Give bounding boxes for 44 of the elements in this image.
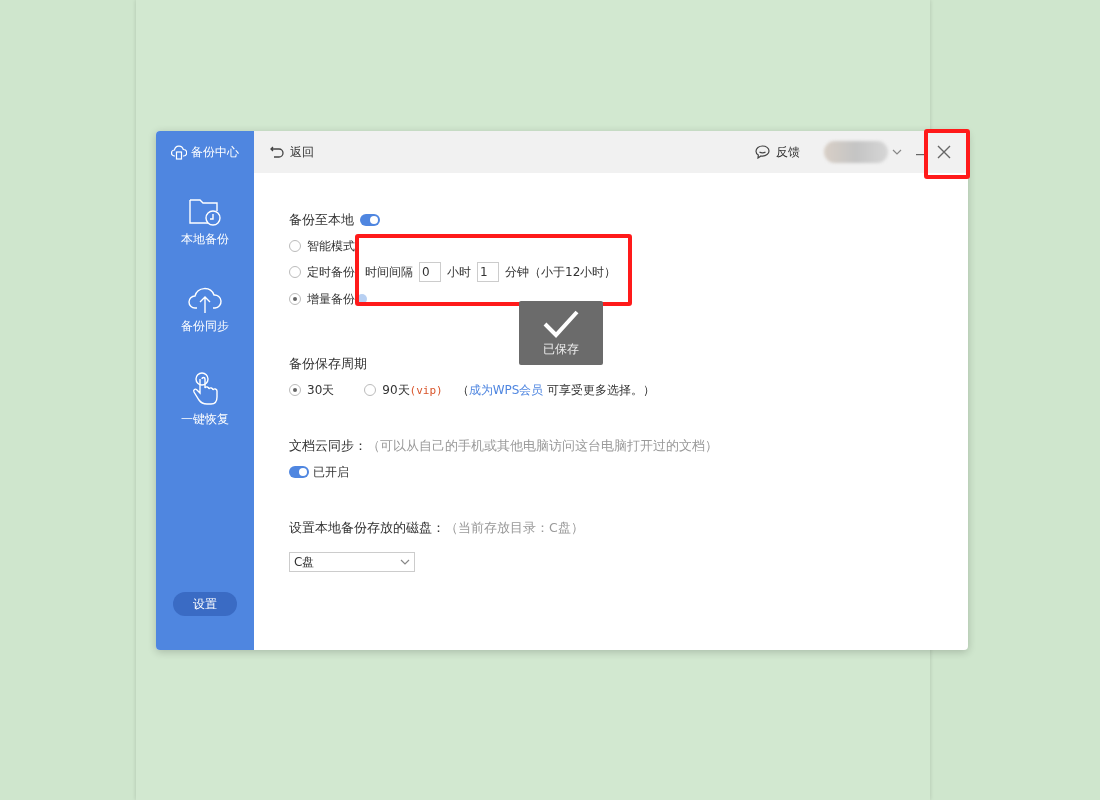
sidebar-item[interactable]: 本地备份: [181, 231, 229, 248]
sidebar-item[interactable]: 一键恢复: [181, 411, 229, 428]
chevron-down-icon: [400, 559, 410, 565]
settings-button[interactable]: 设置: [173, 592, 237, 616]
toggle-label: 已开启: [313, 463, 349, 481]
sidebar-item[interactable]: 备份同步: [181, 318, 229, 335]
toggle-switch[interactable]: [289, 466, 309, 478]
radio-label: 增量备份: [307, 290, 355, 308]
sidebar-title: 备份中心: [171, 131, 239, 173]
back-button[interactable]: 返回: [270, 143, 314, 161]
feedback-button[interactable]: 反馈: [755, 143, 800, 161]
section-title: 备份至本地: [289, 211, 354, 229]
close-icon[interactable]: [937, 145, 951, 159]
minutes-field[interactable]: 1: [477, 262, 499, 282]
section-title: 文档云同步：（可以从自己的手机或其他电脑访问这台电脑打开过的文档）: [289, 437, 718, 455]
toggle-switch[interactable]: [360, 214, 380, 226]
radio-button[interactable]: [364, 384, 377, 396]
note-text: （成为WPS会员 可享受更多选择。）: [456, 381, 656, 399]
folder-clock-icon: [188, 197, 222, 227]
checkmark-icon: [542, 308, 580, 339]
radio-button[interactable]: [289, 240, 301, 252]
radio-label: 智能模式: [307, 237, 355, 255]
undo-arrow-icon: [270, 146, 284, 158]
radio-button[interactable]: [289, 384, 301, 396]
radio-label: 定时备份: [307, 263, 355, 281]
member-link[interactable]: 成为WPS会员: [468, 382, 544, 397]
radio-button[interactable]: [289, 293, 301, 305]
avatar: [824, 141, 888, 163]
radio-label: 30天: [307, 381, 335, 399]
chevron-down-icon[interactable]: [892, 149, 902, 155]
highlight-frame: [924, 129, 970, 179]
hours-field[interactable]: 0: [419, 262, 441, 282]
chat-bubble-icon: [755, 145, 770, 159]
interval-label: 时间间隔: [365, 263, 413, 281]
saved-toast: 已保存: [519, 301, 603, 365]
disk-dropdown[interactable]: C盘: [289, 552, 415, 572]
help-icon[interactable]: [357, 294, 367, 304]
section-title: 备份保存周期: [289, 355, 367, 373]
cloud-icon: [171, 144, 187, 160]
radio-button[interactable]: [289, 266, 301, 278]
section-title: 设置本地备份存放的磁盘：（当前存放目录：C盘）: [289, 519, 584, 537]
radio-label: 90天(vip): [382, 381, 443, 399]
unit-label: 分钟（小于12小时）: [505, 263, 617, 281]
unit-label: 小时: [447, 263, 471, 281]
